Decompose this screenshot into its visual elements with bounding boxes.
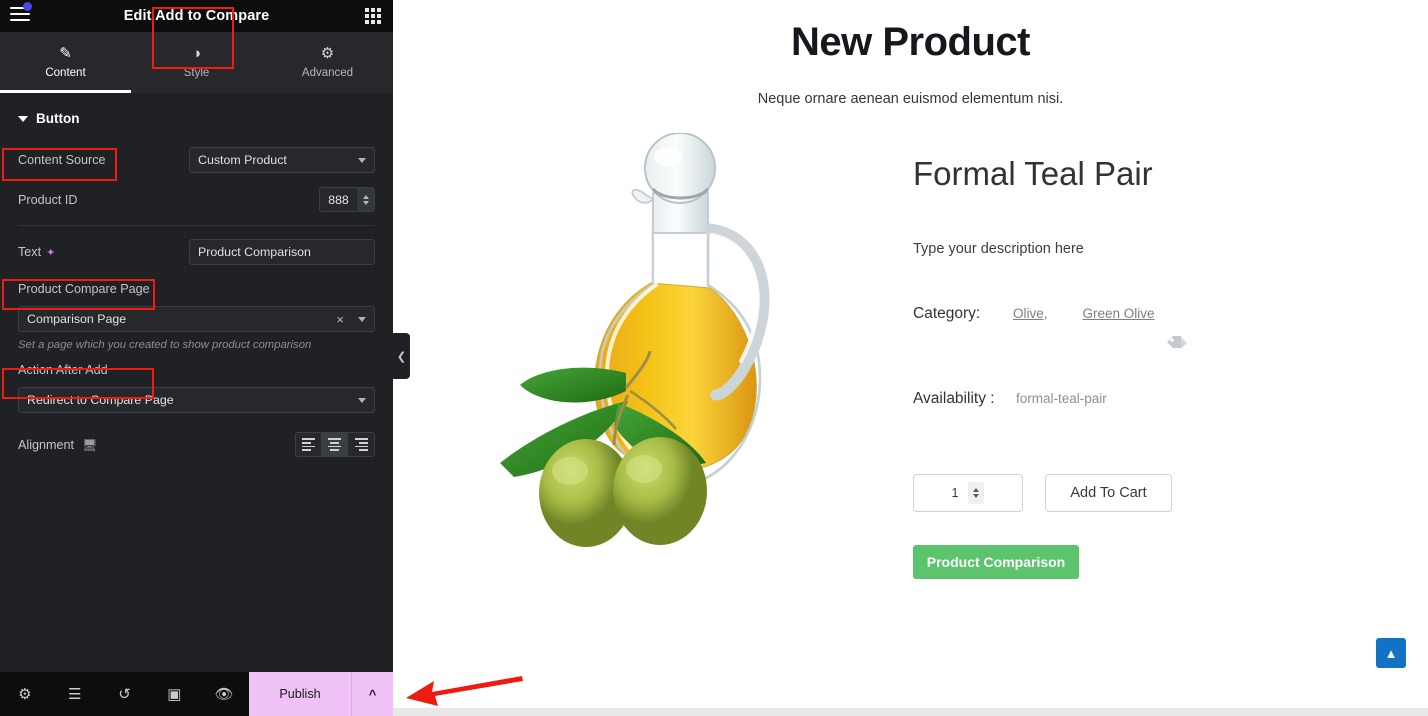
preview-icon[interactable]: 👁 <box>199 687 249 702</box>
category-label: Category: <box>913 305 981 322</box>
panel-tabs: ✎ Content ◑ Style ⚙ Advanced <box>0 7 393 93</box>
chevron-down-icon <box>358 397 366 403</box>
responsive-icon[interactable]: ▣ <box>149 687 199 702</box>
history-icon[interactable]: ↺ <box>100 687 150 702</box>
clear-icon[interactable]: × <box>336 312 344 327</box>
chevron-down-icon <box>358 157 366 163</box>
action-after-add-label: Action After Add <box>18 363 108 377</box>
text-input[interactable]: Product Comparison <box>189 239 375 265</box>
quantity-stepper[interactable]: 1 <box>913 474 1023 512</box>
availability-label: Availability : <box>913 390 995 407</box>
contrast-icon: ◑ <box>191 45 202 62</box>
compare-page-select[interactable]: Comparison Page × <box>18 306 375 332</box>
text-label: Text ✦ <box>18 245 55 259</box>
product-image <box>393 133 893 579</box>
product-id-value: 888 <box>328 192 349 207</box>
content-source-select[interactable]: Custom Product <box>189 147 375 173</box>
tab-advanced[interactable]: ⚙ Advanced <box>262 32 393 93</box>
alignment-label: Alignment 🖥 <box>18 438 97 452</box>
preview-canvas: New Product Neque ornare aenean euismod … <box>393 0 1428 716</box>
alignment-group <box>295 432 375 457</box>
tab-style-label: Style <box>183 67 210 79</box>
panel-title: Edit Add to Compare <box>123 8 270 24</box>
alignment-label-value: Alignment <box>18 437 75 452</box>
apps-grid-icon[interactable] <box>365 8 381 24</box>
content-source-value: Custom Product <box>198 153 287 167</box>
chevron-down-icon <box>358 316 366 322</box>
text-label-value: Text <box>18 245 42 259</box>
product-id-label: Product ID <box>18 192 78 207</box>
section-button-label: Button <box>36 111 80 126</box>
quantity-arrows-icon[interactable] <box>968 482 985 504</box>
gear-icon[interactable]: ⚙ <box>0 687 50 702</box>
publish-button[interactable]: Publish <box>249 687 351 701</box>
row-alignment: Alignment 🖥 <box>0 425 393 464</box>
stepper-arrows-icon[interactable] <box>357 188 374 211</box>
pencil-icon: ✎ <box>59 45 72 62</box>
availability-value: formal-teal-pair <box>1016 391 1107 406</box>
category-link-olive[interactable]: Olive, <box>1013 306 1048 321</box>
canvas-bottom-strip <box>393 708 1428 716</box>
compare-page-value: Comparison Page <box>27 312 127 326</box>
product-columns: Formal Teal Pair Type your description h… <box>393 133 1428 579</box>
panel-footer: ⚙ ☰ ↺ ▣ 👁 Publish ^ <box>0 672 393 716</box>
tab-content-label: Content <box>45 67 86 79</box>
tab-style[interactable]: ◑ Style <box>131 32 262 93</box>
category-link-green-olive[interactable]: Green Olive <box>1083 306 1155 321</box>
product-description: Type your description here <box>913 241 1084 257</box>
row-compare-page-label: Product Compare Page <box>0 272 393 306</box>
row-product-id: Product ID 888 <box>0 180 393 219</box>
editor-panel: Edit Add to Compare ✎ Content ◑ Style ⚙ … <box>0 0 393 716</box>
availability-row: Availability : formal-teal-pair <box>913 390 1428 408</box>
chevron-up-icon[interactable]: ^ <box>350 672 393 716</box>
row-text: Text ✦ Product Comparison <box>0 232 393 272</box>
scroll-to-top-button[interactable]: ▲ <box>1376 638 1406 668</box>
content-source-label: Content Source <box>18 153 106 167</box>
page-title: New Product <box>791 20 1030 64</box>
tab-advanced-label: Advanced <box>301 67 354 79</box>
tag-icon <box>1166 335 1428 358</box>
product-comparison-button[interactable]: Product Comparison <box>913 545 1079 579</box>
align-right-button[interactable] <box>348 433 374 456</box>
olive-oil-bottle-icon <box>500 133 770 547</box>
add-to-cart-button[interactable]: Add To Cart <box>1045 474 1172 512</box>
panel-header: Edit Add to Compare <box>0 0 393 32</box>
notification-dot <box>23 2 32 11</box>
red-left-arrow-annotation <box>406 676 523 706</box>
section-button[interactable]: Button <box>0 93 393 140</box>
layers-icon[interactable]: ☰ <box>50 687 100 702</box>
action-after-add-field: Redirect to Compare Page <box>0 387 393 413</box>
action-after-add-select[interactable]: Redirect to Compare Page <box>18 387 375 413</box>
caret-down-icon <box>18 115 28 122</box>
product-info: Formal Teal Pair Type your description h… <box>893 133 1428 579</box>
align-center-button[interactable] <box>322 433 348 456</box>
action-after-add-value: Redirect to Compare Page <box>27 393 174 407</box>
compare-page-help: Set a page which you created to show pro… <box>18 339 312 351</box>
product-name: Formal Teal Pair <box>913 155 1153 192</box>
compare-page-label: Product Compare Page <box>18 282 150 296</box>
cart-row: 1 Add To Cart <box>913 474 1428 512</box>
compare-page-field: Comparison Page × <box>0 306 393 332</box>
ai-sparkle-icon[interactable]: ✦ <box>46 247 55 259</box>
row-content-source: Content Source Custom Product <box>0 140 393 180</box>
category-row: Category: Olive, Green Olive <box>913 305 1428 323</box>
row-action-after-add-label: Action After Add <box>0 353 393 387</box>
quantity-value: 1 <box>951 486 959 500</box>
tab-content[interactable]: ✎ Content <box>0 32 131 93</box>
publish-bar: Publish ^ <box>248 672 393 716</box>
page-subtitle: Neque ornare aenean euismod elementum ni… <box>757 91 1064 107</box>
panel-collapse-handle[interactable]: ❮ <box>393 333 410 379</box>
product-id-stepper[interactable]: 888 <box>319 187 375 212</box>
monitor-icon[interactable]: 🖥 <box>82 438 97 452</box>
align-left-button[interactable] <box>296 433 322 456</box>
panel-body: Button Content Source Custom Product Pro… <box>0 93 393 672</box>
text-input-value: Product Comparison <box>198 245 311 259</box>
gear-icon: ⚙ <box>320 45 335 62</box>
divider <box>18 225 375 226</box>
